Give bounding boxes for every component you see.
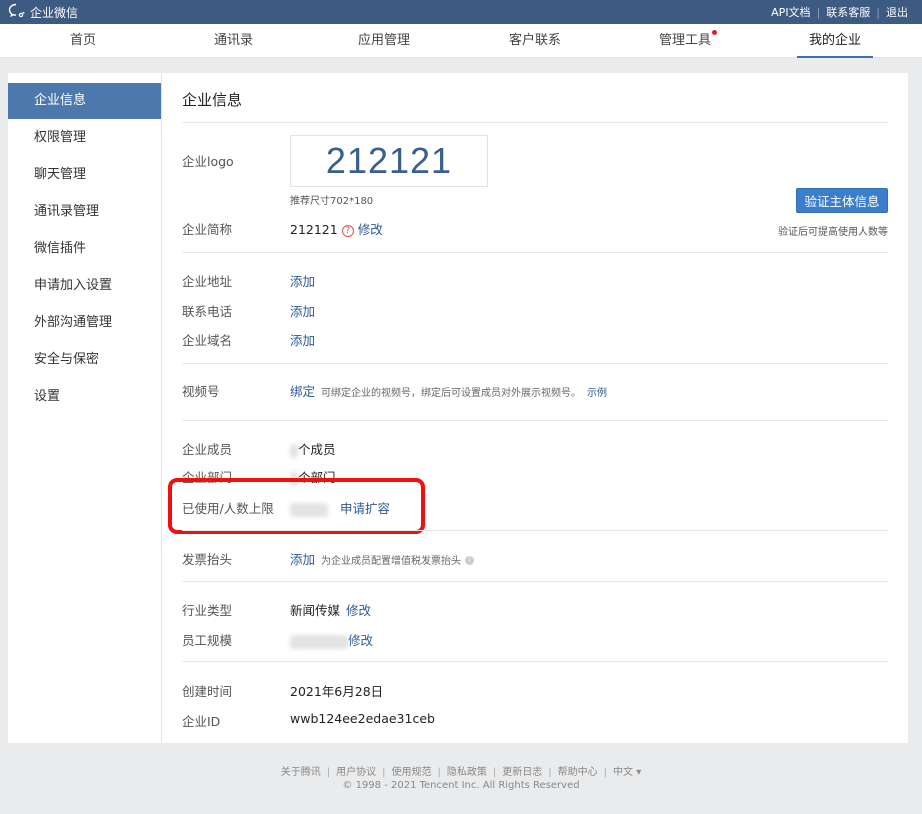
main-nav: 首页 通讯录 应用管理 客户联系 管理工具 我的企业 [0,24,922,58]
sidebar-item-permissions[interactable]: 权限管理 [8,119,161,156]
divider: | [548,767,552,778]
invoice-label: 发票抬头 [182,552,233,567]
divider [182,363,888,364]
highlight-annotation [168,478,425,534]
sidebar: 企业信息 权限管理 聊天管理 通讯录管理 微信插件 申请加入设置 外部沟通管理 … [8,73,162,743]
corp-id-label: 企业ID [182,714,221,729]
divider: | [816,5,821,19]
nav-contacts[interactable]: 通讯录 [214,24,253,58]
divider: | [603,767,608,778]
divider [182,252,888,253]
invoice-hint: 为企业成员配置增值税发票抬头 [321,556,462,567]
industry-label: 行业类型 [182,603,233,618]
brand-name: 企业微信 [30,6,79,20]
api-docs-link[interactable]: API文档 [771,4,810,20]
video-account-label: 视频号 [182,384,220,399]
address-label: 企业地址 [182,274,233,289]
sidebar-item-contacts-management[interactable]: 通讯录管理 [8,193,161,230]
page-title: 企业信息 [182,91,243,109]
nav-management-tools[interactable]: 管理工具 [659,24,718,58]
divider [182,420,888,421]
info-icon[interactable]: i [465,556,475,565]
enterprise-info-panel: 企业信息 企业logo 212121 推荐尺寸702*180 验证主体信息 验证… [168,73,888,743]
industry-edit-link[interactable]: 修改 [346,603,371,618]
divider: | [326,767,331,778]
members-row: 个成员 [290,439,336,458]
video-example-link[interactable]: 示例 [587,388,607,399]
divider: | [437,767,441,778]
verify-entity-button[interactable]: 验证主体信息 [796,188,888,213]
copyright: © 1998 - 2021 Tencent Inc. All Rights Re… [342,780,580,791]
footer-user-agreement-link[interactable]: 用户协议 [336,767,376,778]
top-links: API文档 | 联系客服 | 退出 [771,4,908,20]
contact-support-link[interactable]: 联系客服 [826,4,870,20]
top-bar: 企业微信 API文档 | 联系客服 | 退出 [0,0,922,24]
nav-app-management[interactable]: 应用管理 [358,24,410,58]
logout-link[interactable]: 退出 [886,4,908,20]
sidebar-item-external-communication[interactable]: 外部沟通管理 [8,304,161,341]
redacted-value [290,634,348,649]
corp-id-value: wwb124ee2edae31ceb [290,711,435,726]
divider [182,122,888,123]
sidebar-item-join-settings[interactable]: 申请加入设置 [8,267,161,304]
invoice-add-link[interactable]: 添加 [290,552,315,567]
nav-home[interactable]: 首页 [70,24,96,58]
sidebar-item-security[interactable]: 安全与保密 [8,341,161,378]
redacted-value [290,443,298,458]
footer-help-link[interactable]: 帮助中心 [558,767,598,778]
brand[interactable]: 企业微信 [8,3,78,22]
domain-add-link[interactable]: 添加 [290,330,315,349]
sidebar-item-wechat-plugin[interactable]: 微信插件 [8,230,161,267]
phone-add-link[interactable]: 添加 [290,301,315,320]
short-name-label: 企业简称 [182,222,233,237]
short-name-row: 212121? 修改 [290,219,383,238]
question-icon[interactable]: ? [341,224,354,237]
created-label: 创建时间 [182,684,233,699]
divider [182,530,888,531]
footer-usage-rules-link[interactable]: 使用规范 [392,767,432,778]
divider: | [492,767,497,778]
sidebar-item-enterprise-info[interactable]: 企业信息 [8,83,161,119]
nav-my-enterprise[interactable]: 我的企业 [796,24,874,58]
sidebar-item-settings[interactable]: 设置 [8,378,161,415]
divider [182,581,888,582]
enterprise-logo-text: 212121 [325,140,453,181]
logo-size-hint: 推荐尺寸702*180 [290,196,374,207]
language-select[interactable]: 中文 ▾ [613,767,641,778]
scale-row: 修改 [290,630,373,649]
nav-management-tools-label: 管理工具 [659,33,712,48]
video-bind-link[interactable]: 绑定 [290,384,315,399]
video-account-row: 绑定 可绑定企业的视频号，绑定后可设置成员对外展示视频号。 示例 [290,381,607,400]
content-card: 企业信息 权限管理 聊天管理 通讯录管理 微信插件 申请加入设置 外部沟通管理 … [8,73,908,743]
scale-label: 员工规模 [182,633,233,648]
footer-about-link[interactable]: 关于腾讯 [281,767,321,778]
footer-links: 关于腾讯 | 用户协议 | 使用规范 | 隐私政策 | 更新日志 | 帮助中心 | 中文 ▾ [0,763,922,778]
enterprise-logo[interactable]: 212121 [290,135,488,187]
domain-label: 企业域名 [182,333,233,348]
members-label: 企业成员 [182,442,233,457]
wecom-logo-icon [8,3,26,22]
logo-label: 企业logo [182,154,234,169]
invoice-row: 添加 为企业成员配置增值税发票抬头 i [290,549,475,568]
members-suffix: 个成员 [298,442,336,457]
industry-row: 新闻传媒 修改 [290,600,371,619]
footer-privacy-link[interactable]: 隐私政策 [447,767,487,778]
industry-value: 新闻传媒 [290,603,341,618]
created-value: 2021年6月28日 [290,684,384,699]
nav-customer-contact[interactable]: 客户联系 [509,24,561,58]
divider: | [382,767,386,778]
divider: | [876,5,880,19]
address-add-link[interactable]: 添加 [290,271,315,290]
video-bind-hint: 可绑定企业的视频号，绑定后可设置成员对外展示视频号。 [321,388,582,399]
divider [182,661,888,662]
verify-hint: 验证后可提高使用人数等 [778,227,888,238]
scale-edit-link[interactable]: 修改 [348,633,373,648]
footer-changelog-link[interactable]: 更新日志 [502,767,542,778]
phone-label: 联系电话 [182,304,233,319]
notification-dot-icon [712,30,718,35]
short-name-edit-link[interactable]: 修改 [358,222,383,237]
short-name-value: 212121 [290,222,338,237]
sidebar-item-chat-management[interactable]: 聊天管理 [8,156,161,193]
